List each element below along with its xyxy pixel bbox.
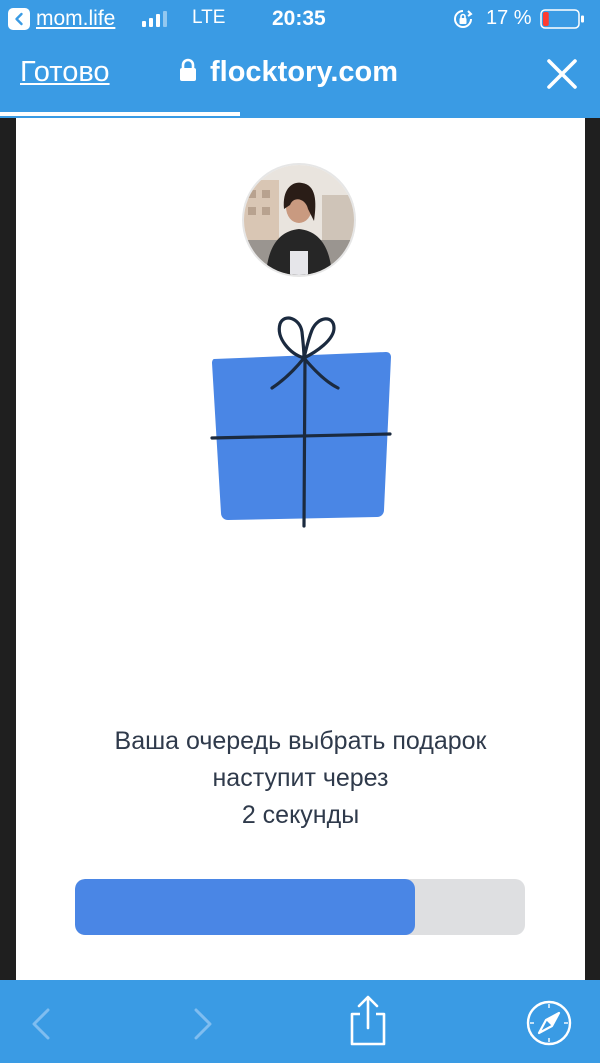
battery-icon: [540, 9, 584, 29]
carrier-label: LTE: [192, 7, 226, 28]
back-icon[interactable]: [26, 1006, 58, 1047]
browser-nav-bar: Готово flocktory.com: [0, 38, 600, 118]
share-icon[interactable]: [346, 994, 390, 1053]
queue-progress-fill: [75, 879, 415, 935]
queue-message: Ваша очередь выбрать подарок наступит че…: [16, 723, 585, 834]
clock: 20:35: [272, 7, 326, 30]
message-line-1: Ваша очередь выбрать подарок: [114, 727, 487, 755]
done-button[interactable]: Готово: [20, 56, 110, 89]
back-app-label[interactable]: mom.life: [36, 7, 115, 31]
browser-toolbar: [0, 980, 600, 1063]
web-content-frame: Ваша очередь выбрать подарок наступит че…: [0, 118, 600, 980]
signal-bar: [156, 14, 160, 27]
signal-bar: [163, 10, 167, 27]
forward-icon[interactable]: [186, 1006, 218, 1047]
safari-compass-icon[interactable]: [526, 1000, 572, 1051]
countdown-text: 2 секунды: [241, 801, 360, 829]
gift-illustration: [206, 314, 396, 529]
back-to-app-link[interactable]: mom.life: [8, 7, 115, 31]
rotation-lock-icon: [452, 8, 474, 36]
user-avatar: [244, 165, 354, 275]
queue-progress-bar: [75, 879, 525, 935]
signal-bar: [142, 21, 146, 27]
web-page: Ваша очередь выбрать подарок наступит че…: [16, 118, 585, 980]
signal-bar: [149, 17, 153, 27]
battery-percent: 17 %: [486, 7, 532, 29]
message-line-2: наступит через: [212, 764, 389, 792]
page-load-progress: [0, 112, 240, 116]
status-bar: mom.life LTE 20:35 17 %: [0, 0, 600, 38]
signal-strength-icon: [142, 10, 167, 27]
url-text: flocktory.com: [210, 56, 399, 88]
back-chevron-icon: [8, 8, 30, 30]
url-display: flocktory.com: [178, 56, 398, 89]
lock-icon: [178, 58, 198, 87]
close-icon[interactable]: [546, 58, 578, 90]
